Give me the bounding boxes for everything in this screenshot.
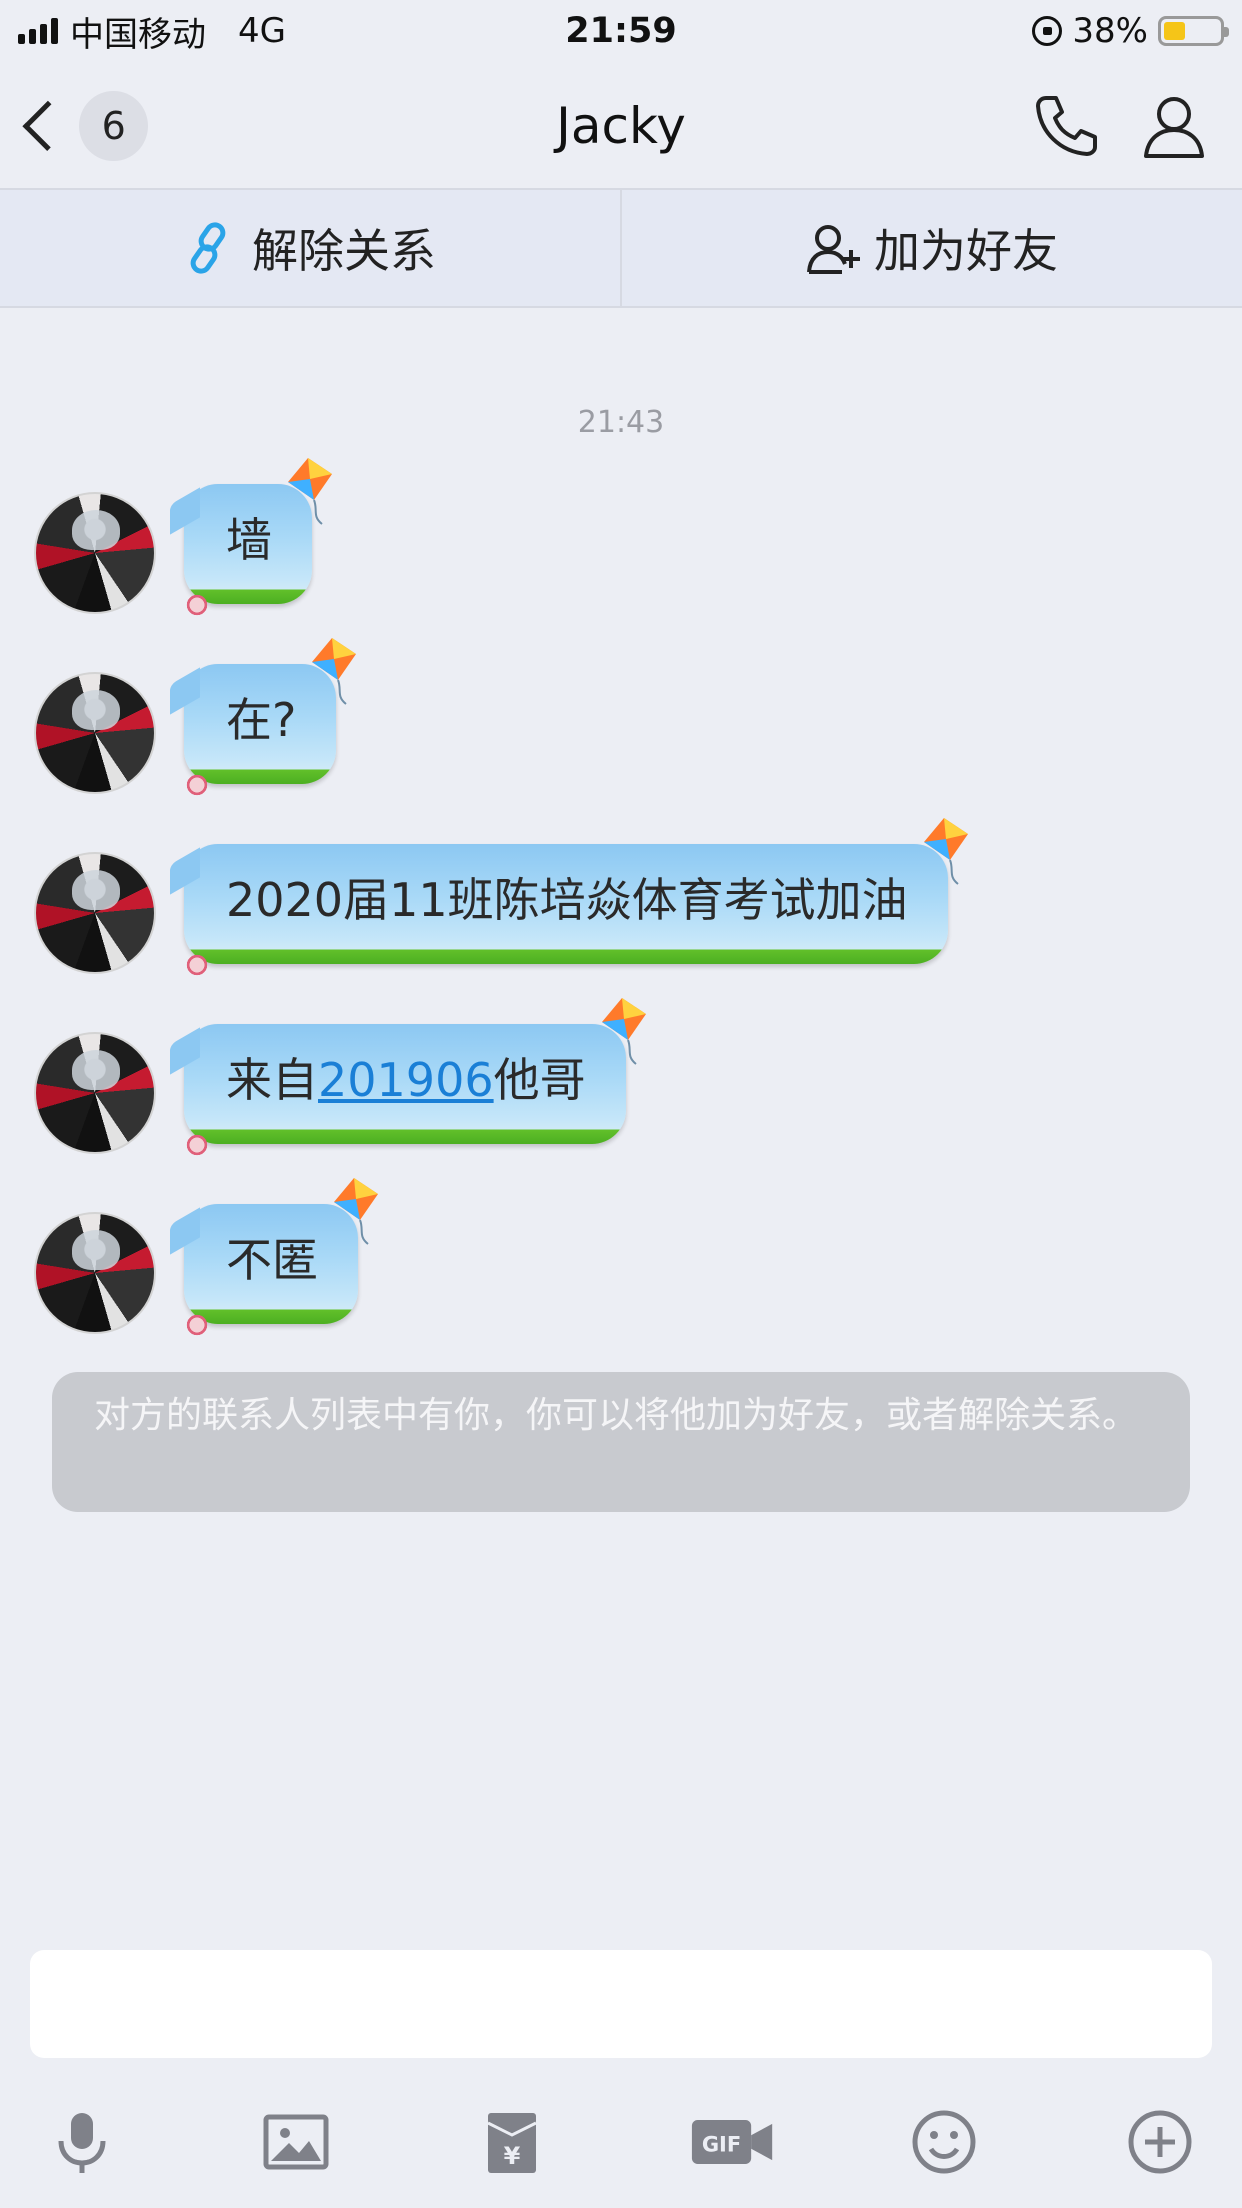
avatar[interactable] bbox=[34, 1032, 156, 1154]
avatar[interactable] bbox=[34, 852, 156, 974]
photo-button[interactable] bbox=[256, 2102, 336, 2182]
add-friend-label: 加为好友 bbox=[874, 224, 1058, 278]
avatar[interactable] bbox=[34, 492, 156, 614]
flower-decoration-icon bbox=[184, 952, 210, 978]
unlink-button[interactable]: 解除关系 bbox=[0, 190, 620, 306]
red-packet-icon: ¥ bbox=[487, 2113, 537, 2173]
kite-icon bbox=[923, 818, 968, 885]
flower-decoration-icon bbox=[184, 592, 210, 618]
flower-decoration-icon bbox=[184, 772, 210, 798]
red-packet-button[interactable]: ¥ bbox=[472, 2102, 552, 2182]
message-bubble[interactable]: 2020届11班陈培焱体育考试加油 bbox=[184, 818, 968, 978]
svg-text:GIF: GIF bbox=[702, 2132, 741, 2157]
kite-icon bbox=[601, 998, 646, 1065]
nav-bar: 6 Jacky bbox=[0, 62, 1242, 190]
battery-percent: 38% bbox=[1072, 11, 1148, 51]
page-title: Jacky bbox=[556, 97, 686, 155]
image-icon bbox=[263, 2114, 329, 2170]
message-text: 在? bbox=[226, 693, 297, 747]
status-right: 38% bbox=[1032, 8, 1229, 54]
system-notice-text: 对方的联系人列表中有你，你可以将他加为好友，或者解除关系。 bbox=[94, 1395, 1139, 1436]
unread-count-badge: 6 bbox=[79, 91, 148, 161]
input-toolbar: ¥ GIF bbox=[0, 2090, 1242, 2190]
message-bubble[interactable]: 来自201906他哥 bbox=[184, 998, 646, 1158]
call-button[interactable] bbox=[1030, 90, 1102, 162]
flower-decoration-icon bbox=[184, 1132, 210, 1158]
more-button[interactable] bbox=[1120, 2102, 1200, 2182]
relationship-action-bar: 解除关系 加为好友 bbox=[0, 190, 1242, 308]
message-text-prefix: 来自 bbox=[226, 1053, 318, 1107]
message-bubble[interactable]: 墙 bbox=[184, 458, 332, 618]
phone-icon bbox=[1036, 96, 1097, 156]
person-icon bbox=[1144, 97, 1204, 158]
message-text-suffix: 他哥 bbox=[493, 1053, 586, 1107]
message-number-link[interactable]: 201906 bbox=[318, 1053, 494, 1107]
emoji-icon bbox=[912, 2110, 976, 2174]
message-text: 2020届11班陈培焱体育考试加油 bbox=[226, 873, 908, 927]
message-bubble[interactable]: 在? bbox=[184, 638, 357, 798]
chat-timestamp: 21:43 bbox=[577, 405, 665, 440]
unlink-chain-icon bbox=[190, 222, 226, 274]
message-input[interactable] bbox=[30, 1950, 1212, 2058]
chevron-left-icon bbox=[22, 100, 73, 152]
gif-icon: GIF bbox=[691, 2120, 773, 2164]
svg-text:¥: ¥ bbox=[504, 2142, 521, 2170]
avatar[interactable] bbox=[34, 1212, 156, 1334]
profile-button[interactable] bbox=[1138, 90, 1210, 162]
status-bar: 中国移动 4G 21:59 38% bbox=[0, 0, 1242, 62]
plus-icon bbox=[1128, 2110, 1192, 2174]
rotation-lock-icon bbox=[1032, 16, 1063, 46]
message-bubble[interactable]: 不匿 bbox=[184, 1178, 378, 1338]
battery-level bbox=[1164, 22, 1185, 40]
emoji-button[interactable] bbox=[904, 2102, 984, 2182]
unlink-label: 解除关系 bbox=[252, 224, 436, 278]
back-button[interactable]: 6 bbox=[18, 88, 148, 164]
system-notice: 对方的联系人列表中有你，你可以将他加为好友，或者解除关系。 bbox=[52, 1372, 1190, 1512]
message-text: 墙 bbox=[226, 513, 272, 567]
add-friend-button[interactable]: 加为好友 bbox=[620, 190, 1242, 306]
kite-icon bbox=[288, 458, 332, 525]
flower-decoration-icon bbox=[184, 1312, 210, 1338]
microphone-icon bbox=[58, 2113, 106, 2173]
kite-icon bbox=[334, 1178, 378, 1245]
kite-icon bbox=[312, 638, 357, 705]
battery-icon bbox=[1158, 16, 1229, 46]
avatar[interactable] bbox=[34, 672, 156, 794]
message-text: 不匿 bbox=[226, 1233, 318, 1287]
voice-button[interactable] bbox=[42, 2102, 122, 2182]
gif-button[interactable]: GIF bbox=[688, 2102, 778, 2182]
add-user-icon bbox=[807, 225, 860, 274]
